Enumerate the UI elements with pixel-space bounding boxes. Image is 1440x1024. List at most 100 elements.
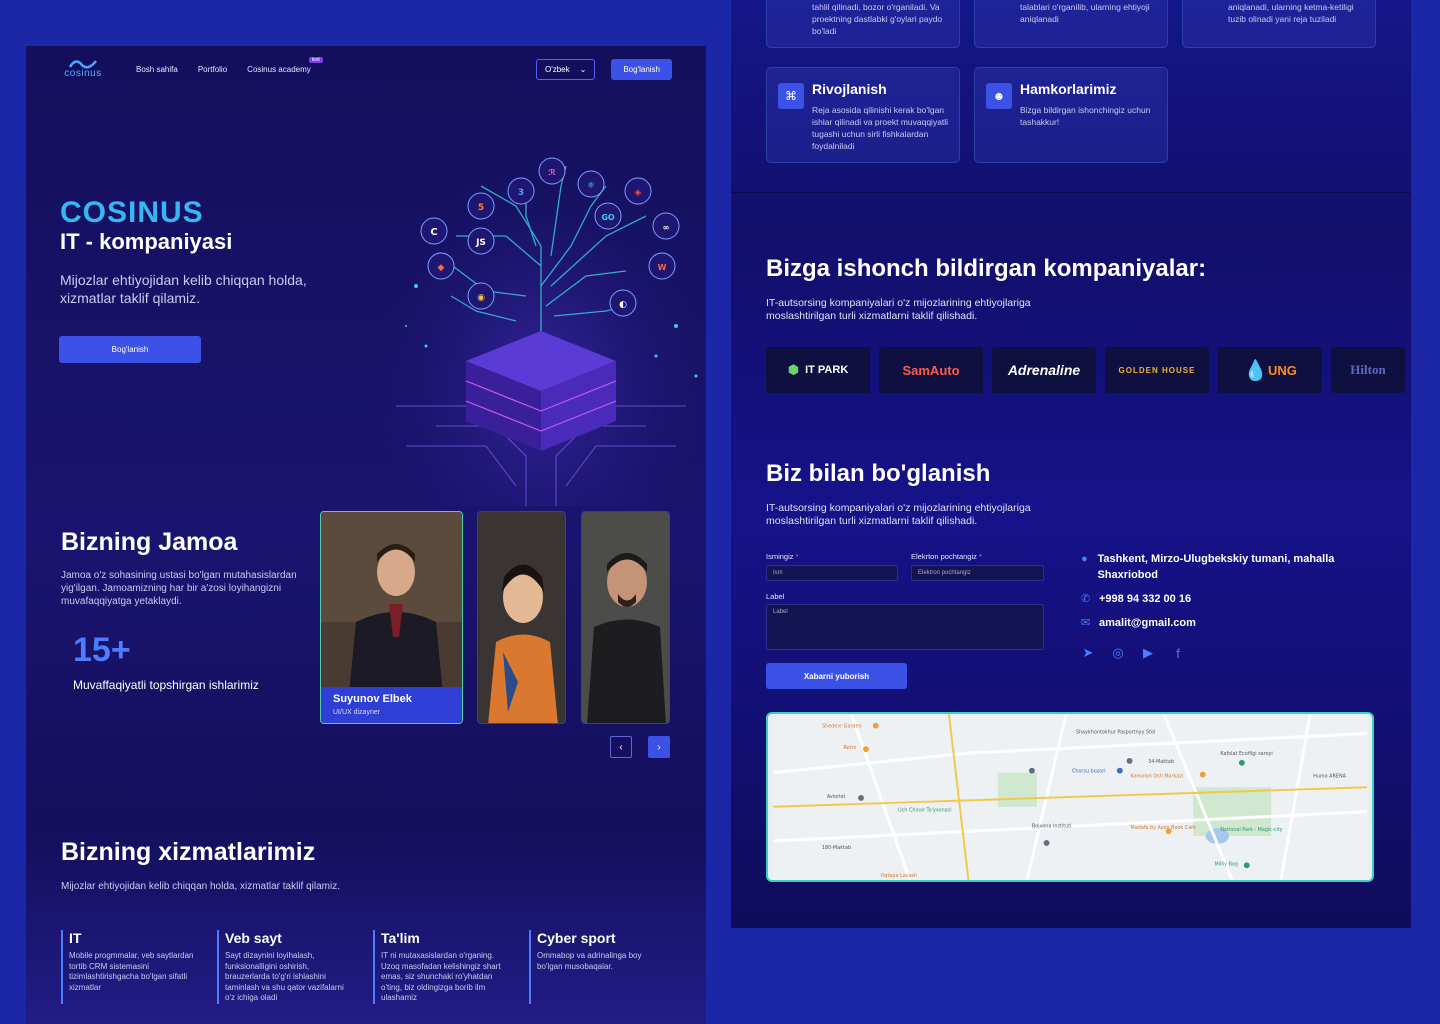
language-select[interactable]: O'zbek ⌄ [535, 58, 596, 80]
submit-button[interactable]: Xabarni yuborish [766, 663, 907, 689]
team-member-card[interactable] [477, 511, 566, 724]
partner-logos: ⬢ IT PARK SamAuto Adrenaline GOLDEN HOUSE… [766, 347, 1405, 393]
team-title: Bizning Jamoa [61, 528, 238, 556]
top-nav: cosinus Bosh sahifa Portfolio Cosinus ac… [26, 46, 706, 92]
telegram-icon[interactable]: ➤ [1081, 645, 1095, 660]
nav-logo[interactable]: cosinus [60, 59, 106, 79]
svg-text:3: 3 [518, 188, 524, 198]
map-label: Bojxona Instituti [1032, 823, 1072, 829]
logo-golden-house[interactable]: GOLDEN HOUSE [1105, 347, 1209, 393]
service-text: Mobile progmmalar, veb saytlardan tortib… [69, 951, 194, 992]
nav-link-home[interactable]: Bosh sahifa [136, 65, 178, 74]
team-description: Jamoa o'z sohasining ustasi bo'lgan muta… [61, 570, 297, 607]
trust-description: IT-autsorsing kompaniyalari o'z mijozlar… [766, 297, 1031, 322]
tech-tree-illustration: 5 C JS ◆ ◉ 3 ℛ ⚛ GO ◈ ∞ W ◐ [376, 96, 706, 506]
member-name: Suyunov Elbek [333, 693, 412, 705]
step-text: talablari o'rganilib, ularning ehtiyoji … [1020, 2, 1150, 24]
nav-link-portfolio[interactable]: Portfolio [198, 65, 227, 74]
email-text: amalit@gmail.com [1099, 617, 1196, 629]
svg-text:W: W [658, 263, 667, 272]
email-row[interactable]: ✉ amalit@gmail.com [1081, 615, 1196, 631]
logo-label: SamAuto [902, 362, 960, 378]
message-label: Label [766, 592, 785, 601]
services-description: Mijozlar ehtiyojidan kelib chiqqan holda… [61, 881, 341, 892]
map-label: 180-Maktab [822, 845, 851, 851]
member-photo [582, 512, 669, 723]
youtube-icon[interactable]: ▶ [1141, 645, 1155, 660]
logo-label: GOLDEN HOUSE [1118, 365, 1196, 375]
member-role: UI/UX dizayner [333, 709, 381, 716]
step-card-partners: ☻ Hamkorlarimiz Bizga bildirgan ishonchi… [974, 67, 1168, 163]
logo-label: Hilton [1350, 362, 1386, 377]
instagram-icon[interactable]: ◎ [1111, 645, 1125, 660]
address-row: ● Tashkent, Mirzo-Ulugbekskiy tumani, ma… [1081, 551, 1351, 583]
email-label: Elekrton pochtangiz * [911, 552, 982, 561]
address-text: Tashkent, Mirzo-Ulugbekskiy tumani, maha… [1097, 553, 1335, 581]
email-input[interactable]: Elektron pochtangiz [911, 565, 1044, 581]
phone-row[interactable]: ✆ +998 94 332 00 16 [1081, 591, 1191, 607]
member-photo [478, 512, 565, 723]
phone-icon: ✆ [1081, 593, 1091, 605]
service-card-web[interactable]: Veb sayt Sayt dizaynini loyihalash, funk… [217, 930, 373, 1004]
svg-text:C: C [430, 227, 437, 238]
hero-title: IT - kompaniyasi [60, 229, 233, 254]
partners-icon: ☻ [986, 83, 1012, 109]
chevron-left-icon: ‹ [619, 741, 623, 753]
development-icon: ⌘ [778, 83, 804, 109]
hero-subtitle: Mijozlar ehtiyojidan kelib chiqqan holda… [60, 272, 307, 306]
step-text: aniqlanadi, ularning ketma-ketiligi tuzi… [1228, 2, 1354, 24]
logo-itpark[interactable]: ⬢ IT PARK [766, 347, 870, 393]
svg-text:◐: ◐ [619, 300, 627, 310]
service-title: IT [69, 930, 82, 946]
hero-contact-button[interactable]: Bog'lanish [59, 336, 201, 363]
academy-badge: test [308, 56, 323, 63]
map-label: Kamolon Osh Markazi [1131, 773, 1184, 779]
go-icon: GO [601, 213, 615, 222]
nav-contact-button[interactable]: Bog'lanish [611, 58, 672, 80]
message-textarea[interactable]: Label [766, 604, 1044, 650]
logo-ung[interactable]: 💧 UNG [1218, 347, 1322, 393]
hero-brand: COSINUS [60, 196, 204, 229]
service-card-cybersport[interactable]: Cyber sport Ommabop va adrinalinga boy b… [529, 930, 685, 1004]
contact-description: IT-autsorsing kompaniyalari o'z mijozlar… [766, 502, 1031, 527]
map-label: Shaykhontokhur Pasportnyy Stol [1076, 730, 1156, 736]
nav-link-academy-label: Cosinus academy [247, 64, 311, 74]
team-member-card[interactable]: Suyunov Elbek UI/UX dizayner [320, 511, 463, 724]
carousel-next-button[interactable]: › [648, 736, 670, 758]
svg-text:◆: ◆ [438, 263, 445, 273]
member-caption: Suyunov Elbek UI/UX dizayner [321, 687, 462, 723]
logo-adrenaline[interactable]: Adrenaline [992, 347, 1096, 393]
logo-label: UNG [1268, 362, 1297, 378]
logo-hilton[interactable]: Hilton [1331, 347, 1405, 393]
name-input[interactable]: Ism [766, 565, 898, 581]
map-label: Chorsu bozori [1072, 769, 1106, 775]
location-map[interactable]: Shedevr Garden Retro Shaykhontokhur Pasp… [766, 712, 1374, 882]
email-label-text: Elekrton pochtangiz [911, 552, 977, 561]
svg-text:5: 5 [478, 203, 484, 213]
logo-label: Adrenaline [1007, 362, 1081, 378]
svg-text:⚛: ⚛ [587, 181, 595, 191]
step-title: Hamkorlarimiz [1020, 81, 1117, 97]
logo-text: cosinus [64, 68, 102, 79]
service-card-it[interactable]: IT Mobile progmmalar, veb saytlardan tor… [61, 930, 217, 1004]
team-member-card[interactable] [581, 511, 670, 724]
chevron-down-icon: ⌄ [579, 64, 587, 74]
location-pin-icon: ● [1081, 553, 1088, 565]
map-label: Kafolat Ecofilgi saroyi [1220, 751, 1272, 757]
service-text: Ommabop va adrinalinga boy bo'lgan musob… [537, 951, 642, 971]
trust-title: Bizga ishonch bildirgan kompaniyalar: [766, 255, 1207, 282]
landing-page-right: tahlil qilinadi, bozor o'rganiladi. Va p… [731, 0, 1411, 928]
logo-samauto[interactable]: SamAuto [879, 347, 983, 393]
carousel-prev-button[interactable]: ‹ [610, 736, 632, 758]
service-title: Cyber sport [537, 930, 616, 946]
service-card-education[interactable]: Ta'lim IT ni mutaxasislardan o'rganing. … [373, 930, 529, 1004]
nav-link-academy[interactable]: Cosinus academy test [247, 56, 323, 74]
stat-label: Muvaffaqiyatli topshirgan ishlarimiz [73, 678, 259, 692]
facebook-icon[interactable]: f [1171, 646, 1185, 661]
itpark-icon: ⬢ [787, 362, 800, 377]
landing-page-left: cosinus Bosh sahifa Portfolio Cosinus ac… [26, 46, 706, 1024]
map-label: Retro [843, 745, 856, 751]
drop-icon: 💧 [1243, 359, 1268, 382]
svg-text:◉: ◉ [477, 293, 485, 303]
step-title: Rivojlanish [812, 81, 887, 97]
